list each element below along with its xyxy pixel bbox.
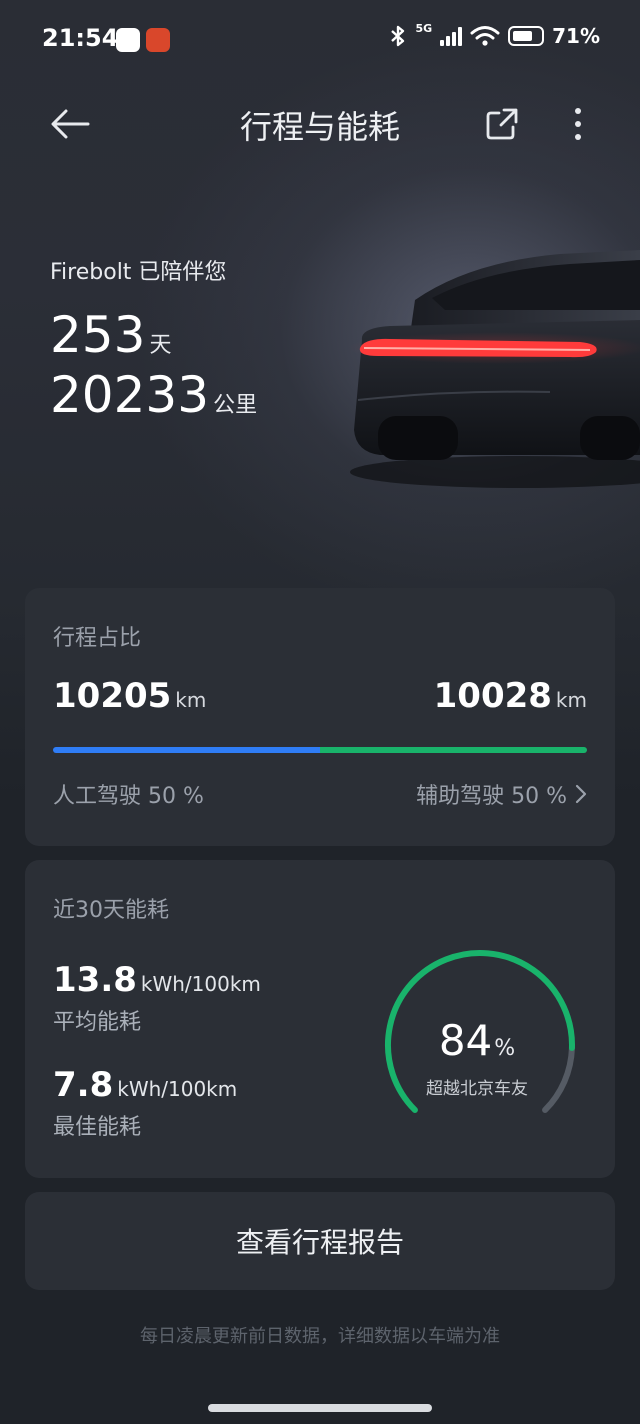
assisted-distance: 10028 km (434, 676, 587, 716)
distance-value: 20233 (50, 366, 210, 424)
average-energy-value: 13.8 (53, 960, 137, 1000)
update-footnote: 每日凌晨更新前日数据，详细数据以车端为准 (140, 1326, 500, 1347)
percentile-value: 84 (438, 1016, 493, 1065)
wifi-icon (470, 26, 500, 46)
status-icons: 5G 71% (389, 22, 600, 48)
best-energy-unit: kWh/100km (117, 1077, 238, 1101)
average-energy-unit: kWh/100km (140, 972, 261, 996)
assisted-km-unit: km (555, 688, 587, 712)
assisted-share-fill (320, 747, 587, 753)
manual-km-value: 10205 (53, 676, 172, 716)
assisted-share-link[interactable]: 辅助驾驶 50 % (416, 778, 587, 810)
car-rear-image (350, 250, 640, 488)
more-icon[interactable] (560, 104, 596, 144)
app-header: 行程与能耗 (0, 96, 640, 152)
average-energy: 13.8 kWh/100km 平均能耗 (53, 960, 261, 1036)
best-energy-value: 7.8 (53, 1065, 114, 1105)
distance-stat: 20233 公里 (50, 366, 257, 424)
trip-share-bar (53, 747, 587, 753)
manual-share-fill (53, 747, 320, 753)
manual-km-unit: km (175, 688, 207, 712)
home-indicator[interactable] (208, 1404, 432, 1412)
notification-game-icon (146, 28, 170, 52)
status-bar: 21:54 5G 71% (0, 0, 640, 80)
average-energy-label: 平均能耗 (53, 1010, 142, 1035)
notification-app-icon (116, 28, 140, 52)
days-value: 253 (50, 306, 146, 364)
days-stat: 253 天 (50, 306, 171, 364)
page-title: 行程与能耗 (239, 108, 400, 146)
chevron-right-icon (575, 784, 587, 804)
signal-icon (440, 26, 463, 46)
battery-icon (508, 26, 545, 46)
percentile-label: 超越北京车友 (426, 1079, 528, 1099)
percentile-unit: % (494, 1036, 516, 1061)
share-icon[interactable] (484, 106, 520, 142)
days-unit: 天 (149, 333, 172, 358)
trip-energy-page: 21:54 5G 71% 行程与能耗 Firebolt 已陪伴您 253 天 2… (0, 0, 640, 1424)
status-time: 21:54 (42, 24, 119, 52)
manual-share-label: 人工驾驶 50 % (53, 784, 204, 809)
network-label: 5G (415, 22, 433, 35)
companion-text: Firebolt 已陪伴您 (50, 260, 227, 285)
view-trip-report-label: 查看行程报告 (235, 1226, 404, 1259)
best-energy: 7.8 kWh/100km 最佳能耗 (53, 1065, 237, 1141)
best-energy-label: 最佳能耗 (53, 1115, 142, 1140)
assisted-share-label: 辅助驾驶 50 % (416, 784, 567, 809)
distance-unit: 公里 (213, 393, 258, 418)
percentile: 84% (375, 1016, 579, 1065)
trip-share-card: 行程占比 10205 km 10028 km 人工驾驶 50 % 辅助驾驶 50 % (25, 588, 615, 846)
battery-percent: 71% (552, 24, 600, 48)
assisted-km-value: 10028 (433, 676, 552, 716)
trip-share-title: 行程占比 (53, 626, 142, 651)
energy-title: 近30天能耗 (53, 898, 169, 923)
energy-card: 近30天能耗 13.8 kWh/100km 平均能耗 7.8 kWh/100km 最… (25, 860, 615, 1178)
bluetooth-icon (391, 25, 405, 47)
view-trip-report-button[interactable]: 查看行程报告 (25, 1192, 615, 1290)
manual-distance: 10205 km (53, 676, 206, 716)
